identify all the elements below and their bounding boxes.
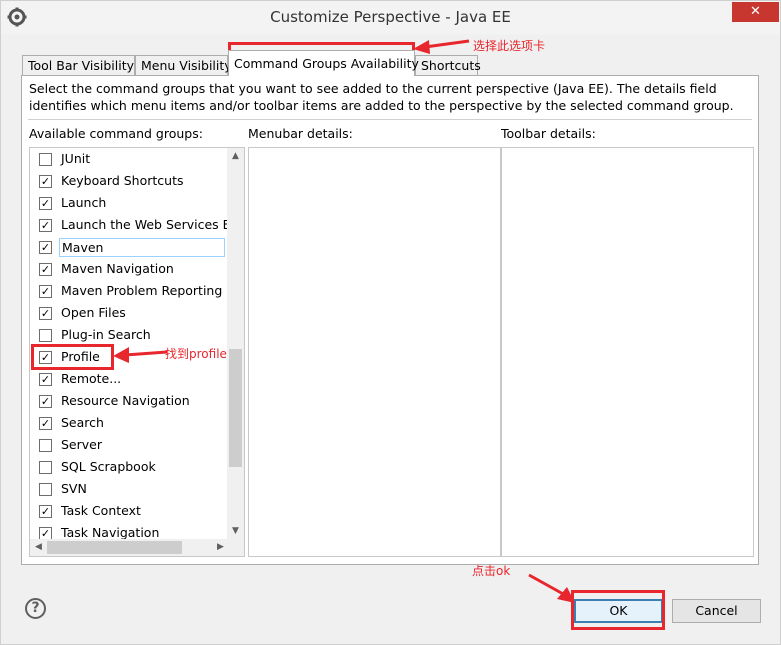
tab-menu-visibility[interactable]: Menu Visibility — [135, 55, 232, 76]
title-bar: Customize Perspective - Java EE ✕ — [1, 1, 780, 34]
command-group-item[interactable]: ✓ Search — [30, 412, 228, 434]
tab-command-groups-availability[interactable]: Command Groups Availability — [228, 50, 419, 76]
command-group-label: SQL Scrapbook — [61, 459, 156, 474]
checked-checkbox-icon[interactable]: ✓ — [39, 219, 52, 232]
window-title: Customize Perspective - Java EE — [270, 8, 511, 26]
scroll-left-icon[interactable]: ◀ — [30, 539, 47, 556]
command-group-label: Profile — [61, 349, 100, 364]
command-group-label: Search — [61, 415, 104, 430]
unchecked-checkbox-icon[interactable] — [39, 483, 52, 496]
separator — [28, 119, 752, 120]
unchecked-checkbox-icon[interactable] — [39, 329, 52, 342]
command-group-label: Launch — [61, 195, 107, 210]
command-group-item[interactable]: ✓ Remote... — [30, 368, 228, 390]
command-group-item[interactable]: SVN — [30, 478, 228, 500]
command-group-label: Server — [61, 437, 102, 452]
dialog-content: Tool Bar Visibility Menu Visibility Comm… — [1, 34, 780, 644]
checked-checkbox-icon[interactable]: ✓ — [39, 373, 52, 386]
cancel-button[interactable]: Cancel — [672, 599, 761, 623]
unchecked-checkbox-icon[interactable] — [39, 439, 52, 452]
checked-checkbox-icon[interactable]: ✓ — [39, 417, 52, 430]
description-text: Select the command groups that you want … — [29, 81, 734, 113]
checked-checkbox-icon[interactable]: ✓ — [39, 263, 52, 276]
command-group-label: Maven Navigation — [61, 261, 174, 276]
horizontal-scroll-thumb[interactable] — [47, 541, 182, 554]
command-group-item[interactable]: SQL Scrapbook — [30, 456, 228, 478]
checked-checkbox-icon[interactable]: ✓ — [39, 307, 52, 320]
command-group-item[interactable]: Plug-in Search — [30, 324, 228, 346]
command-group-item[interactable]: ✓ Maven Problem Reporting — [30, 280, 228, 302]
scroll-up-icon[interactable]: ▲ — [227, 148, 244, 165]
tab-annotation-text: 选择此选项卡 — [473, 39, 546, 53]
checked-checkbox-icon[interactable]: ✓ — [39, 175, 52, 188]
command-group-label: Remote... — [61, 371, 122, 386]
ok-annotation-text: 点击ok — [472, 564, 511, 578]
command-group-label: SVN — [61, 481, 87, 496]
horizontal-scrollbar[interactable]: ◀ ▶ — [30, 539, 229, 556]
command-group-label: Resource Navigation — [61, 393, 190, 408]
command-group-label: Keyboard Shortcuts — [61, 173, 184, 188]
command-group-label: Open Files — [61, 305, 126, 320]
checked-checkbox-icon[interactable]: ✓ — [39, 197, 52, 210]
unchecked-checkbox-icon[interactable] — [39, 461, 52, 474]
command-groups-panel: Select the command groups that you want … — [21, 75, 759, 565]
toolbar-details-box[interactable] — [501, 147, 754, 557]
menubar-details-label: Menubar details: — [248, 126, 353, 141]
checked-checkbox-icon[interactable]: ✓ — [39, 285, 52, 298]
command-group-item[interactable]: ✓ Resource Navigation — [30, 390, 228, 412]
command-group-item[interactable]: ✓ Maven Navigation — [30, 258, 228, 280]
command-group-item[interactable]: JUnit — [30, 148, 228, 170]
command-group-label: Maven Problem Reporting — [61, 283, 223, 298]
command-group-item[interactable]: ✓ Launch the Web Services Exp — [30, 214, 228, 236]
customize-perspective-dialog: Customize Perspective - Java EE ✕ Tool B… — [0, 0, 781, 645]
vertical-scroll-thumb[interactable] — [229, 349, 242, 467]
command-group-item[interactable]: ✓ Keyboard Shortcuts — [30, 170, 228, 192]
command-group-label: Launch the Web Services Exp — [61, 217, 228, 232]
command-group-label: Maven — [59, 238, 225, 257]
checked-checkbox-icon[interactable]: ✓ — [39, 395, 52, 408]
scroll-corner — [227, 539, 244, 556]
checked-checkbox-icon[interactable]: ✓ — [39, 505, 52, 518]
command-group-item[interactable]: ✓ Maven — [30, 236, 228, 258]
vertical-scrollbar[interactable]: ▲ ▼ — [227, 148, 244, 540]
scroll-down-icon[interactable]: ▼ — [227, 523, 244, 540]
command-group-label: Plug-in Search — [61, 327, 151, 342]
checked-checkbox-icon[interactable]: ✓ — [39, 351, 52, 364]
command-group-label: JUnit — [61, 151, 91, 166]
unchecked-checkbox-icon[interactable] — [39, 153, 52, 166]
close-button[interactable]: ✕ — [732, 2, 779, 22]
command-group-item[interactable]: ✓ Open Files — [30, 302, 228, 324]
profile-annotation-text: 找到profile — [165, 347, 227, 361]
toolbar-details-label: Toolbar details: — [501, 126, 596, 141]
command-group-item[interactable]: ✓ Task Context — [30, 500, 228, 522]
ok-button[interactable]: OK — [574, 599, 663, 623]
tab-tool-bar-visibility[interactable]: Tool Bar Visibility — [22, 55, 135, 76]
command-group-item[interactable]: ✓ Launch — [30, 192, 228, 214]
available-groups-label: Available command groups: — [29, 126, 203, 141]
command-group-item[interactable]: Server — [30, 434, 228, 456]
command-group-label: Task Context — [61, 503, 141, 518]
button-bar: ? OK Cancel — [1, 574, 780, 644]
checked-checkbox-icon[interactable]: ✓ — [39, 241, 52, 254]
tab-shortcuts[interactable]: Shortcuts — [415, 55, 481, 76]
help-icon[interactable]: ? — [25, 598, 46, 619]
menubar-details-box[interactable] — [248, 147, 501, 557]
